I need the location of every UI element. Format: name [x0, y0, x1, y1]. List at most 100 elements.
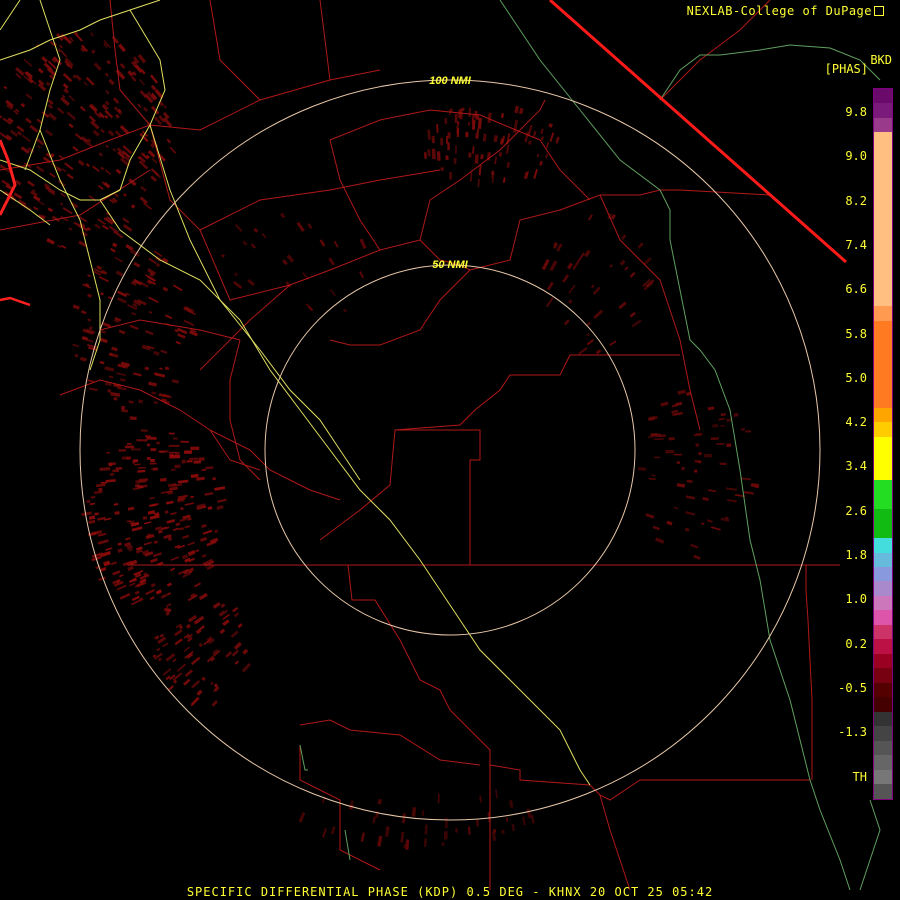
echo-speck [437, 793, 440, 804]
echo-speck [99, 467, 111, 471]
scale-tick-label: 1.0 [845, 592, 867, 607]
echo-speck [86, 499, 91, 504]
scale-segment [874, 335, 892, 350]
echo-speck [726, 443, 732, 448]
scale-tick-label: 8.2 [845, 193, 867, 208]
echo-speck [156, 441, 160, 445]
echo-speck [168, 444, 180, 447]
echo-speck [468, 152, 472, 158]
scale-segment [874, 784, 892, 799]
scale-segment [874, 581, 892, 596]
echo-speck [174, 464, 181, 469]
echo-speck [106, 451, 110, 454]
echo-speck [475, 115, 479, 120]
echo-speck [421, 810, 425, 816]
echo-speck [146, 436, 157, 440]
echo-speck [193, 460, 202, 464]
echo-speck [654, 456, 661, 459]
echo-speck [150, 458, 155, 463]
echo-speck [190, 446, 200, 451]
echo-speck [467, 121, 471, 127]
scale-tick-label: 0.2 [845, 636, 867, 651]
scale-tick-label: 2.6 [845, 503, 867, 518]
echo-speck [173, 437, 178, 440]
scale-segment [874, 233, 892, 249]
scale-segment [874, 523, 892, 539]
echo-speck [501, 830, 505, 834]
echo-speck [440, 137, 444, 146]
scale-tick-label: 3.4 [845, 459, 867, 474]
echo-speck [740, 428, 745, 431]
scale-segment [874, 422, 892, 437]
echo-speck [697, 460, 702, 464]
echo-speck [125, 445, 135, 449]
echo-speck [108, 463, 113, 467]
scale-segment [874, 248, 892, 263]
scale-segment [874, 624, 892, 640]
scale-segment [874, 726, 892, 741]
echo-speck [673, 453, 682, 456]
echo-speck [719, 462, 727, 466]
echo-speck [668, 437, 675, 441]
scale-segment [874, 697, 892, 712]
echo-speck [126, 442, 132, 445]
scale-segment [874, 465, 892, 481]
echo-speck [186, 460, 193, 463]
echo-speck [455, 828, 458, 833]
ring-label-50: 50 NMI [432, 259, 468, 271]
echo-speck [676, 461, 681, 464]
echo-speck [431, 135, 436, 144]
echo-speck [467, 826, 471, 835]
echo-speck [189, 457, 199, 461]
scale-segment [874, 117, 892, 133]
echo-speck [712, 424, 719, 428]
echo-speck [450, 108, 453, 112]
scale-segment [874, 668, 892, 683]
scale-tick-label: 6.6 [845, 282, 867, 297]
echo-speck [109, 472, 115, 476]
scale-segment [874, 393, 892, 408]
echo-speck [169, 453, 174, 457]
echo-speck [201, 468, 207, 472]
scale-segment [874, 538, 892, 553]
scale-segment [874, 219, 892, 234]
echo-speck [695, 443, 699, 447]
scale-segment [874, 262, 892, 278]
echo-speck [170, 468, 176, 471]
echo-speck [158, 450, 169, 453]
scale-segment [874, 682, 892, 698]
echo-speck [457, 121, 460, 125]
scale-segment [874, 755, 892, 770]
echo-speck [694, 459, 699, 463]
echo-speck [184, 450, 193, 454]
scale-tick-label: 5.8 [845, 326, 867, 341]
echo-speck [716, 442, 725, 445]
echo-speck [98, 487, 103, 492]
echo-speck [454, 113, 458, 124]
scale-segment [874, 364, 892, 379]
echo-speck [427, 149, 431, 157]
echo-speck [665, 450, 675, 454]
scale-segment [874, 436, 892, 452]
echo-speck [444, 831, 448, 840]
scale-segment [874, 480, 892, 495]
scale-segment [874, 595, 892, 611]
station-label: BKD [870, 53, 892, 67]
scale-segment [874, 494, 892, 510]
scale-segment [874, 407, 892, 423]
ring-label-100: 100 NMI [429, 75, 472, 87]
echo-speck [212, 477, 216, 481]
echo-speck [726, 418, 732, 422]
echo-speck [465, 131, 469, 138]
scale-tick-label: 1.8 [845, 548, 867, 562]
echo-speck [733, 412, 739, 417]
echo-speck [681, 466, 685, 471]
echo-speck [136, 439, 148, 442]
scale-segment [874, 306, 892, 321]
echo-speck [447, 142, 450, 151]
echo-speck [129, 416, 137, 421]
scale-segment [874, 639, 892, 654]
scale-segment [874, 161, 892, 176]
echo-speck [130, 448, 141, 451]
scale-segment [874, 89, 892, 104]
